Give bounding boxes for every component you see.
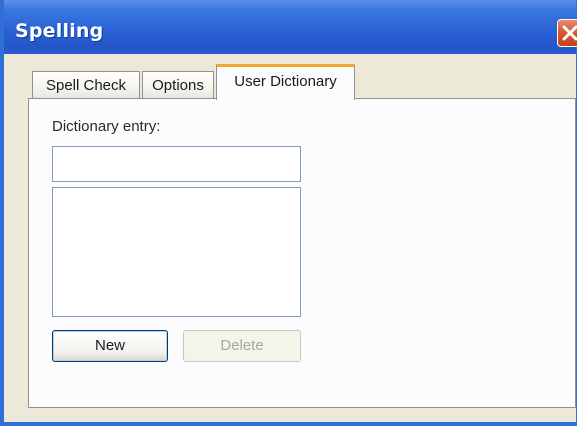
- tab-options[interactable]: Options: [142, 71, 214, 99]
- title-bar[interactable]: Spelling: [4, 0, 576, 54]
- spelling-dialog: Spelling Spell Check Options User Dictio…: [0, 0, 577, 426]
- dictionary-entry-input[interactable]: [52, 146, 301, 182]
- close-x-icon: [562, 25, 577, 41]
- tab-user-dictionary[interactable]: User Dictionary: [216, 64, 355, 100]
- new-button[interactable]: New: [52, 330, 168, 362]
- dictionary-entries-list[interactable]: [52, 187, 301, 317]
- tab-spell-check[interactable]: Spell Check: [32, 71, 140, 99]
- dictionary-entry-label: Dictionary entry:: [52, 118, 161, 135]
- delete-button[interactable]: Delete: [183, 330, 301, 362]
- close-button[interactable]: [557, 19, 577, 47]
- window-title: Spelling: [15, 20, 104, 42]
